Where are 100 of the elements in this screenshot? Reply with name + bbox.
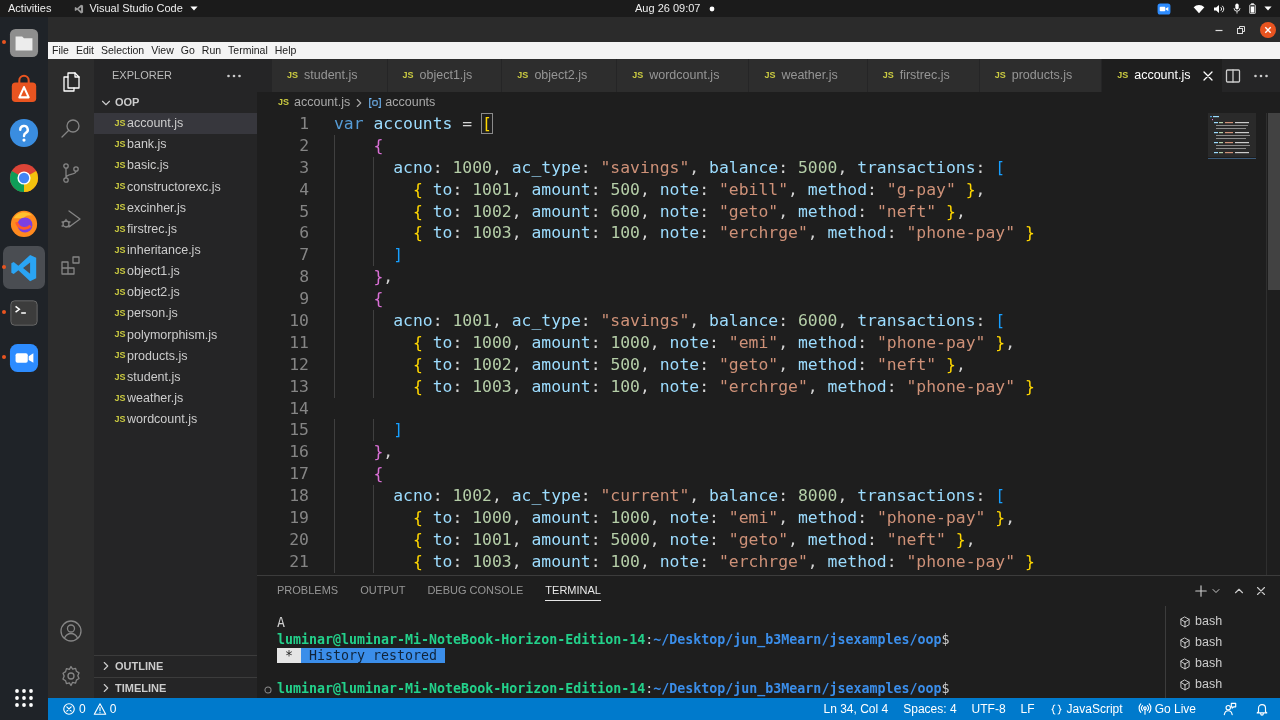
- person-speech-bubble-icon[interactable]: [1223, 702, 1237, 716]
- menu-item[interactable]: Terminal: [228, 42, 268, 59]
- menu-item[interactable]: Edit: [75, 42, 94, 59]
- menu-item[interactable]: File: [52, 42, 69, 59]
- wifi-icon[interactable]: [1193, 3, 1205, 14]
- terminal-session[interactable]: bash: [1179, 632, 1223, 653]
- account-icon[interactable]: [59, 618, 83, 643]
- status-item[interactable]: UTF-8: [971, 700, 1006, 718]
- clock[interactable]: Aug 26 09:07: [635, 0, 701, 17]
- line-number: 15: [288, 419, 309, 442]
- app-menu[interactable]: Visual Studio Code: [74, 0, 198, 17]
- folder-icon[interactable]: [9, 27, 39, 58]
- app-grid-icon[interactable]: [14, 687, 34, 708]
- panel-tab[interactable]: DEBUG CONSOLE: [427, 581, 524, 601]
- tree-item[interactable]: JS account.js: [94, 113, 257, 135]
- segmented-circle-icon[interactable]: [9, 162, 39, 193]
- line-number: 14: [288, 397, 309, 420]
- tree-item[interactable]: JS polymorphism.js: [94, 324, 257, 346]
- line-number: 3: [298, 156, 309, 179]
- error-icon: [62, 702, 76, 716]
- scrollbar-thumb[interactable]: [1268, 113, 1280, 290]
- status-item[interactable]: Spaces: 4: [903, 700, 957, 718]
- microphone-icon[interactable]: [1233, 3, 1241, 14]
- menu-item[interactable]: Selection: [101, 42, 145, 59]
- breadcrumb-item[interactable]: accounts: [368, 93, 436, 112]
- tree-item[interactable]: JS person.js: [94, 303, 257, 325]
- panel-tab[interactable]: TERMINAL: [545, 581, 601, 601]
- tree-item[interactable]: JS inheritance.js: [94, 239, 257, 261]
- vertical-scrollbar[interactable]: [1266, 113, 1280, 575]
- shopping-bag-icon[interactable]: [9, 72, 39, 103]
- tree-item[interactable]: JS wordcount.js: [94, 408, 257, 431]
- menu-item[interactable]: Go: [180, 42, 195, 59]
- line-number: 19: [288, 507, 309, 529]
- tree-item[interactable]: JS firstrec.js: [94, 218, 257, 240]
- code-line: { to: 1002, amount: 500, note: "geto", method: "neft" },: [412, 353, 966, 376]
- tree-item[interactable]: JS basic.js: [94, 155, 257, 177]
- bell-icon[interactable]: [1255, 702, 1269, 716]
- tree-item[interactable]: JS weather.js: [94, 387, 257, 409]
- cube-icon: [1179, 657, 1191, 670]
- code-line: {: [373, 463, 384, 486]
- line-number: 17: [288, 463, 309, 486]
- problems-status-item[interactable]: 0 0: [62, 700, 117, 718]
- editor-tab[interactable]: JS student.js: [272, 59, 388, 92]
- video-camera-icon[interactable]: [1157, 2, 1171, 15]
- line-number: 4: [298, 178, 309, 201]
- status-item[interactable]: LF: [1020, 700, 1035, 718]
- activities-button[interactable]: Activities: [0, 0, 56, 17]
- code-line: { to: 1001, amount: 5000, note: "geto", method: "neft" },: [412, 528, 976, 551]
- line-number: 20: [288, 528, 309, 551]
- breadcrumb-item[interactable]: JS account.js: [278, 93, 351, 112]
- language-status-item[interactable]: JavaScript: [1049, 700, 1123, 718]
- panel-tab[interactable]: PROBLEMS: [277, 581, 339, 601]
- close-icon[interactable]: [1254, 584, 1268, 598]
- sidebar-title: EXPLORER: [112, 68, 172, 84]
- panel-tab[interactable]: OUTPUT: [360, 581, 406, 601]
- line-number: 13: [288, 375, 309, 398]
- settings-icon[interactable]: [59, 663, 83, 688]
- folder-row[interactable]: OOP: [94, 92, 257, 113]
- menu-item[interactable]: Help: [274, 42, 297, 59]
- plus-icon[interactable]: [1194, 584, 1208, 598]
- terminal-session[interactable]: bash: [1179, 611, 1223, 632]
- video-camera-icon[interactable]: [9, 342, 39, 373]
- volume-icon[interactable]: [1213, 3, 1225, 14]
- tree-item[interactable]: JS products.js: [94, 345, 257, 367]
- code-line: ]: [393, 244, 404, 267]
- tree-item[interactable]: JS constructorexc.js: [94, 176, 257, 198]
- terminal-icon[interactable]: [9, 297, 39, 328]
- ribbon-logo-icon[interactable]: [9, 252, 39, 283]
- tree-item[interactable]: JS student.js: [94, 366, 257, 388]
- editor-tab[interactable]: JS object2.js: [502, 59, 618, 92]
- code-line: { to: 1003, amount: 100, note: "erchrge", method: "phone-pay" }: [412, 222, 1035, 245]
- editor-tab[interactable]: JS wordcount.js: [617, 59, 750, 92]
- split-editor-icon[interactable]: [1225, 67, 1241, 84]
- code-line: { to: 1000, amount: 1000, note: "emi", method: "phone-pay" },: [412, 507, 1016, 529]
- tree-item[interactable]: JS bank.js: [94, 134, 257, 156]
- line-number: 2: [298, 134, 309, 157]
- terminal-session[interactable]: bash: [1179, 653, 1223, 674]
- go-live-button[interactable]: Go Live: [1137, 700, 1196, 718]
- battery-icon[interactable]: [1249, 3, 1256, 14]
- help-icon[interactable]: [9, 117, 39, 148]
- status-item[interactable]: Ln 34, Col 4: [823, 700, 889, 718]
- caret-icon[interactable]: [1264, 6, 1272, 11]
- menu-item[interactable]: Run: [201, 42, 222, 59]
- line-number: 11: [288, 331, 309, 354]
- warning-icon: [92, 702, 107, 716]
- restore-icon[interactable]: [1236, 24, 1246, 35]
- close-icon[interactable]: [1260, 21, 1276, 38]
- menu-item[interactable]: View: [151, 42, 174, 59]
- tree-item[interactable]: JS excinher.js: [94, 197, 257, 219]
- editor-tab[interactable]: JS object1.js: [387, 59, 503, 92]
- tree-item[interactable]: JS object1.js: [94, 261, 257, 283]
- editor-tab[interactable]: JS firstrec.js: [867, 59, 980, 92]
- terminal-line: luminar@luminar-Mi-NoteBook-Horizon-Edition-14:~/Desktop/jun_b3Mearn/jsexamples/oop$: [277, 681, 950, 698]
- minimap: [1208, 113, 1256, 159]
- terminal-session[interactable]: bash: [1179, 674, 1223, 695]
- editor-tab[interactable]: JS products.js: [979, 59, 1103, 92]
- active-app-tile[interactable]: [3, 246, 45, 289]
- editor-tab[interactable]: JS weather.js: [749, 59, 868, 92]
- editor-tab[interactable]: JS account.js: [1102, 59, 1224, 92]
- tree-item[interactable]: JS object2.js: [94, 282, 257, 304]
